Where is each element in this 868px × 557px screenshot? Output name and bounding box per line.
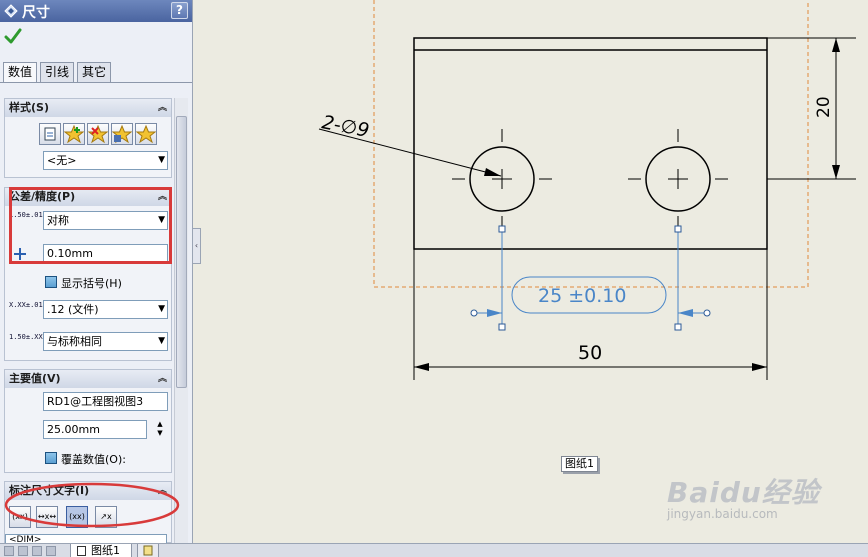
style-group-title: 样式(S) (9, 101, 49, 114)
dim-center-text[interactable]: 25 ±0.10 (538, 285, 626, 307)
scrollbar-thumb[interactable] (176, 116, 187, 388)
drawing-area[interactable]: 2-∅9 20 25 ±0.10 50 图纸1 Baidu经验 jingyan.… (201, 0, 868, 543)
arrow-right (752, 363, 767, 371)
tolerance-precision-icon: 1.50±.XX (9, 333, 43, 341)
star-add-icon (63, 124, 85, 144)
primary-value-title: 主要值(V) (9, 372, 61, 385)
tab-values[interactable]: 数值 (3, 62, 37, 83)
tab-leaders[interactable]: 引线 (40, 62, 74, 82)
tolerance-precision-value: 与标称相同 (47, 335, 102, 348)
collapse-chevron-icon[interactable]: ︽ (158, 99, 167, 117)
style-select-value: <无> (47, 154, 77, 167)
baidu-watermark: Baidu经验 jingyan.baidu.com (667, 459, 867, 521)
watermark-sub: jingyan.baidu.com (667, 507, 778, 521)
first-sheet-button[interactable] (4, 546, 14, 556)
arrow-down (832, 165, 840, 179)
part-outline[interactable] (413, 37, 768, 250)
unit-precision-select[interactable]: .12 (文件) ▼ (43, 300, 168, 319)
hole-callout-text[interactable]: 2-∅9 (320, 111, 371, 142)
sheet-name-label: 图纸1 (561, 456, 598, 472)
delete-style-button[interactable] (87, 123, 109, 145)
dropdown-arrow-icon: ▼ (158, 304, 165, 314)
star-save-icon (111, 124, 133, 144)
style-toolbar (39, 123, 159, 145)
show-parentheses-checkbox[interactable] (45, 276, 57, 288)
leader-arrowhead (484, 168, 501, 176)
help-button[interactable]: ? (171, 2, 188, 19)
unit-precision-value: .12 (文件) (47, 303, 99, 316)
add-sheet-icon (143, 545, 153, 556)
dim-width-text[interactable]: 50 (578, 342, 602, 364)
red-highlight-box (9, 187, 172, 264)
tab-other[interactable]: 其它 (77, 62, 111, 82)
show-parentheses-label: 显示括号(H) (61, 277, 122, 290)
center-marks (452, 129, 728, 229)
override-value-label: 覆盖数值(O): (61, 453, 126, 466)
arrow-up (832, 38, 840, 52)
collapse-chevron-icon[interactable]: ︽ (158, 370, 167, 388)
sheet-status-bar: 图纸1 (0, 543, 868, 557)
sheet-tab[interactable]: 图纸1 (70, 544, 132, 557)
primary-value-group: 主要值(V) ︽ RD1@工程图视图3 25.00mm ▲ ▼ 覆盖数值(O): (4, 369, 172, 473)
dropdown-arrow-icon: ▼ (158, 155, 165, 165)
panel-splitter[interactable]: ‹ (192, 228, 201, 264)
save-style-button[interactable] (111, 123, 133, 145)
last-sheet-button[interactable] (46, 546, 56, 556)
panel-title-bar: 尺寸 ? (0, 0, 192, 22)
dropdown-arrow-icon: ▼ (158, 336, 165, 346)
style-group: 样式(S) ︽ <无> ▼ (4, 98, 172, 178)
red-highlight-ellipse (4, 482, 180, 528)
style-select[interactable]: <无> ▼ (43, 151, 168, 170)
view-boundary (373, 0, 809, 288)
add-sheet-button[interactable] (137, 544, 159, 557)
arrow-left (414, 363, 429, 371)
ok-check-icon[interactable] (4, 27, 22, 45)
property-manager: 尺寸 ? 数值 引线 其它 样式(S) ︽ <无> ▼ 公差/精度(P) ︽ 1… (0, 0, 193, 543)
watermark-main: Baidu经验 (667, 476, 820, 509)
dimension-icon (4, 4, 18, 18)
next-sheet-button[interactable] (32, 546, 42, 556)
unit-precision-icon: X.XX±.01 (9, 301, 43, 309)
dimension-name-input[interactable]: RD1@工程图视图3 (43, 392, 168, 411)
dimension-grip-handles[interactable] (470, 225, 711, 331)
selected-dimension[interactable] (472, 229, 708, 327)
load-style-button[interactable] (135, 123, 157, 145)
panel-title: 尺寸 (22, 5, 50, 21)
dimension-value-input[interactable]: 25.00mm (43, 420, 147, 439)
sheet-tab-label: 图纸1 (91, 544, 120, 557)
primary-value-header[interactable]: 主要值(V) ︽ (5, 370, 171, 388)
panel-scrollbar[interactable] (174, 98, 188, 543)
style-update-icon (44, 127, 56, 141)
tolerance-precision-select[interactable]: 与标称相同 ▼ (43, 332, 168, 351)
value-spinner[interactable]: ▲ ▼ (153, 420, 167, 439)
star-delete-icon (87, 124, 109, 144)
tab-divider (0, 82, 192, 83)
style-group-header[interactable]: 样式(S) ︽ (5, 99, 171, 117)
dim-height-text[interactable]: 20 (814, 96, 834, 118)
dimension-text-input[interactable]: <DIM> (5, 534, 167, 543)
apply-default-style-button[interactable] (39, 123, 61, 145)
add-style-button[interactable] (63, 123, 85, 145)
override-value-checkbox[interactable] (45, 452, 57, 464)
star-load-icon (135, 124, 157, 144)
prev-sheet-button[interactable] (18, 546, 28, 556)
sheet-page-icon (77, 546, 86, 556)
